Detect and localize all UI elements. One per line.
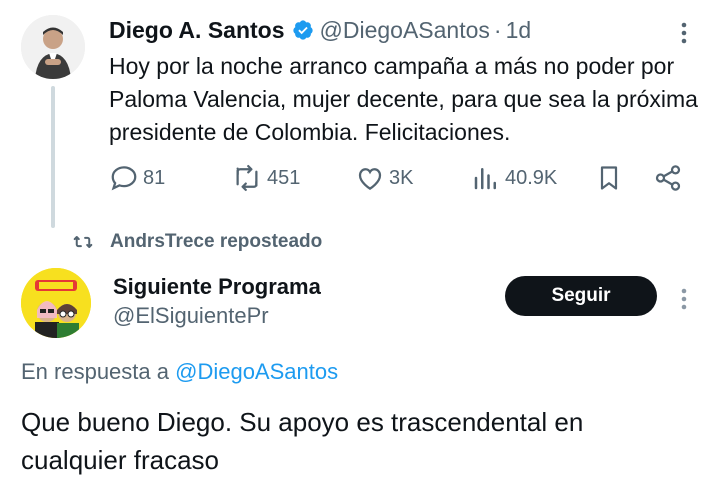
tweet-text: Que bueno Diego. Su apoyo es trascendent… <box>21 407 584 475</box>
avatar-photo-icon <box>21 15 85 79</box>
reply-icon <box>111 166 137 191</box>
avatar[interactable] <box>21 15 85 79</box>
share-icon <box>655 165 681 191</box>
repost-icon <box>236 165 258 191</box>
author-handle[interactable]: @DiegoASantos <box>320 17 490 44</box>
author-handle[interactable]: @ElSiguientePr <box>113 303 269 329</box>
heart-icon <box>358 168 382 190</box>
repost-count: 451 <box>267 166 301 189</box>
reply-count: 81 <box>143 166 166 189</box>
reply-context: En respuesta a @DiegoASantos <box>21 359 338 385</box>
cartoon-logo-icon <box>21 268 91 338</box>
separator: · <box>493 16 502 43</box>
tweet-actions: 81 451 3K 40.9K <box>109 160 689 196</box>
timeline: Diego A. Santos @DiegoASantos · 1d Hoy p… <box>0 0 711 490</box>
share-button[interactable] <box>653 160 687 196</box>
more-options-icon[interactable] <box>676 20 692 51</box>
repost-icon <box>73 236 93 248</box>
tweet-header: Diego A. Santos @DiegoASantos · 1d <box>109 15 531 45</box>
verified-badge-icon <box>292 19 314 41</box>
thread-line <box>51 86 55 228</box>
author-name[interactable]: Diego A. Santos <box>109 17 285 44</box>
like-button[interactable]: 3K <box>355 160 413 196</box>
bookmark-icon <box>600 166 618 190</box>
reply-prefix: En respuesta a <box>21 359 169 384</box>
repost-banner-text[interactable]: AndrsTrece reposteado <box>110 231 322 253</box>
reply-button[interactable]: 81 <box>109 160 165 196</box>
views-button[interactable]: 40.9K <box>471 160 557 196</box>
tweet-text: Hoy por la noche arranco campaña a más n… <box>109 53 698 145</box>
repost-button[interactable]: 451 <box>231 160 300 196</box>
bookmark-button[interactable] <box>595 160 627 196</box>
author-name[interactable]: Siguiente Programa <box>113 274 321 300</box>
avatar[interactable] <box>21 268 91 338</box>
view-count: 40.9K <box>505 166 558 189</box>
like-count: 3K <box>389 166 414 189</box>
views-chart-icon <box>474 168 496 190</box>
more-options-icon[interactable] <box>676 286 692 317</box>
repost-banner: AndrsTrece reposteado <box>72 230 322 254</box>
follow-button[interactable]: Seguir <box>505 276 657 316</box>
timestamp[interactable]: 1d <box>506 17 532 44</box>
reply-mention-link[interactable]: @DiegoASantos <box>175 359 338 384</box>
